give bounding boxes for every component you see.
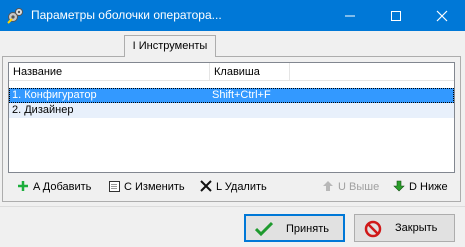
title-bar[interactable]: Параметры оболочки оператора...	[0, 0, 465, 31]
maximize-button[interactable]	[373, 0, 419, 31]
list-header: Название Клавиша	[9, 63, 454, 81]
list-item-name: 2. Дизайнер	[12, 104, 74, 116]
move-up-label: U Выше	[338, 181, 380, 193]
close-button[interactable]: Закрыть	[354, 214, 455, 242]
column-header-key[interactable]: Клавиша	[210, 63, 290, 81]
minimize-icon	[345, 15, 355, 17]
delete-x-icon	[200, 180, 212, 192]
delete-button[interactable]: L Удалить	[200, 178, 275, 196]
add-button[interactable]: A Добавить	[17, 178, 97, 196]
delete-label: L Удалить	[216, 181, 267, 193]
tab-label: I Инструменты	[132, 40, 208, 52]
arrow-up-icon	[323, 181, 333, 191]
edit-button[interactable]: C Изменить	[108, 178, 190, 196]
plus-icon	[18, 181, 28, 191]
add-label: A Добавить	[33, 181, 92, 193]
move-down-label: D Ниже	[409, 181, 448, 193]
list-item-key: Shift+Ctrl+F	[212, 89, 271, 101]
accept-label: Принять	[286, 223, 329, 235]
header-divider	[9, 80, 454, 81]
maximize-icon	[391, 11, 401, 21]
list-item[interactable]: 1. Конфигуратор Shift+Ctrl+F	[9, 88, 454, 103]
list-item-name: 1. Конфигуратор	[12, 89, 97, 101]
column-header-name[interactable]: Название	[9, 63, 210, 81]
list-item[interactable]: 2. Дизайнер	[9, 103, 454, 118]
arrow-down-icon	[393, 180, 405, 192]
tools-list[interactable]: Название Клавиша 1. Конфигуратор Shift+C…	[8, 62, 455, 173]
close-label: Закрыть	[395, 222, 438, 234]
checkmark-icon	[255, 221, 273, 237]
no-entry-icon	[364, 220, 382, 238]
move-up-button[interactable]: U Выше	[322, 178, 382, 196]
window-title: Параметры оболочки оператора...	[31, 8, 222, 22]
edit-label: C Изменить	[124, 181, 185, 193]
accept-button[interactable]: Принять	[244, 214, 345, 242]
tab-instruments[interactable]: I Инструменты	[124, 35, 216, 57]
close-window-button[interactable]	[419, 0, 465, 31]
minimize-button[interactable]	[327, 0, 373, 31]
button-area-divider	[0, 206, 465, 207]
app-gears-icon	[7, 7, 24, 24]
move-down-button[interactable]: D Ниже	[393, 178, 453, 196]
close-icon	[436, 10, 448, 22]
edit-icon	[109, 181, 120, 192]
